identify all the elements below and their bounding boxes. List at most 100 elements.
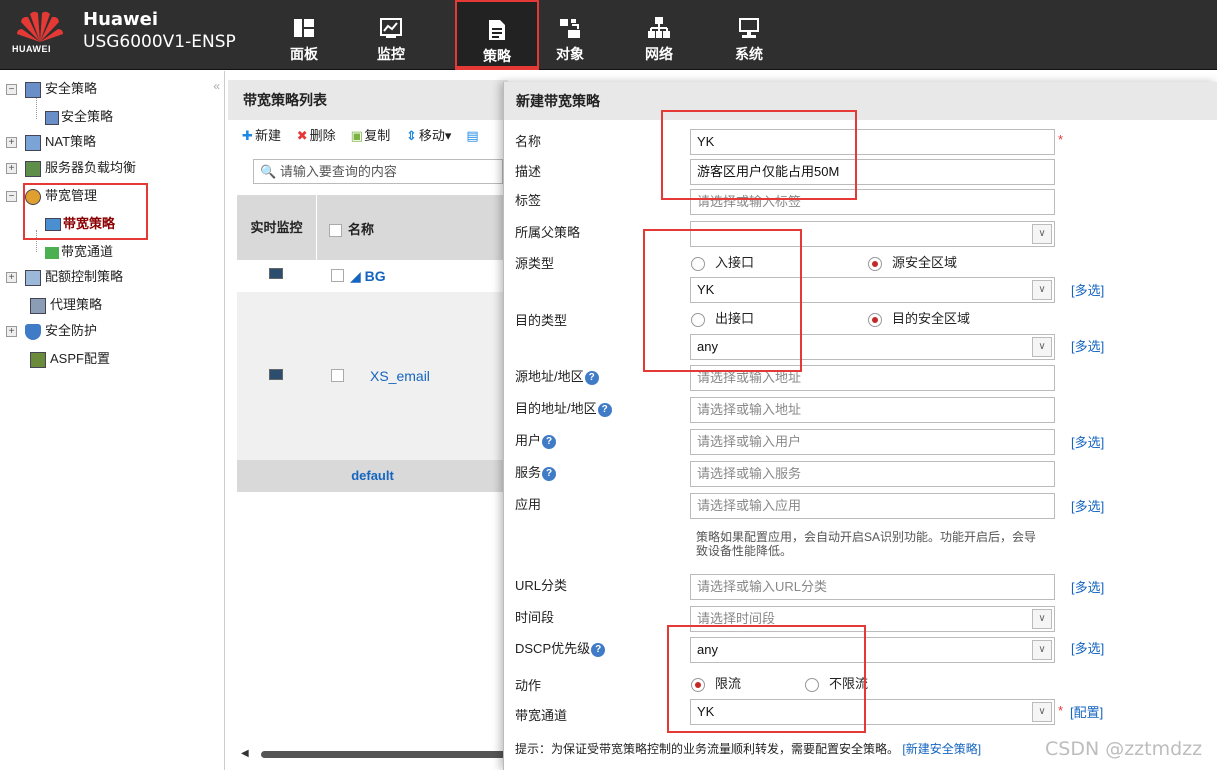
chevron-down-icon[interactable]: ∨ (1032, 224, 1052, 244)
device-model: USG6000V1-ENSP (83, 32, 236, 52)
radio-inbound-interface[interactable]: 入接口 (691, 252, 754, 271)
service-input[interactable]: 请选择或输入服务 (690, 461, 1055, 487)
tree-item-bandwidth-policy[interactable]: 带宽策略 (45, 213, 115, 235)
user-multi-select-link[interactable]: [多选] (1071, 432, 1104, 451)
policy-name[interactable]: XS_email (370, 368, 430, 384)
default-policy-row[interactable]: default (237, 460, 508, 492)
policy-document-icon (489, 20, 505, 40)
bandwidth-channel-select[interactable]: YK ∨ (690, 699, 1055, 725)
nav-tab-policy[interactable]: 策略 (455, 0, 539, 70)
description-input[interactable]: 游客区用户仅能占用50M (690, 159, 1055, 185)
horizontal-scrollbar[interactable]: ◀ (237, 748, 511, 760)
new-button[interactable]: ✚ 新建 (240, 125, 281, 147)
bandwidth-policy-list-panel: 带宽策略列表 ✚ 新建 ✖ 删除 ▣复制 ⇕ 移动▾ ▤ 🔍 请输入要查询的内容 实时… (228, 80, 511, 770)
expand-toggle-icon[interactable]: + (6, 326, 17, 338)
export-button[interactable]: ▤ (465, 125, 480, 147)
tree-item-quota-control-policy[interactable]: + 配额控制策略 (6, 266, 123, 288)
chevron-down-icon[interactable]: ∨ (1032, 640, 1052, 660)
time-range-select[interactable]: 请选择时间段 ∨ (690, 606, 1055, 632)
url-category-multi-select-link[interactable]: [多选] (1071, 577, 1104, 596)
help-icon[interactable]: ? (542, 466, 557, 481)
nav-tab-dashboard[interactable]: 面板 (267, 0, 341, 70)
dscp-multi-select-link[interactable]: [多选] (1071, 638, 1104, 657)
row-checkbox[interactable] (331, 269, 344, 282)
nav-label: 系统 (735, 46, 763, 62)
tree-item-security-policy-group[interactable]: − 安全策略 (6, 78, 97, 100)
label-source-address: 源地址/地区? (515, 366, 599, 385)
tree-item-aspf-config[interactable]: ASPF配置 (30, 348, 110, 370)
nav-tab-network[interactable]: 网络 (622, 0, 696, 70)
row-checkbox[interactable] (331, 369, 344, 382)
new-security-policy-link[interactable]: [新建安全策略] (902, 742, 981, 756)
security-policy-icon (25, 81, 41, 98)
policy-navigation-tree: « − 安全策略 安全策略 + NAT策略 + 服务器负载均衡 − 带宽管理 带宽策略 … (0, 71, 225, 770)
realtime-monitor-icon[interactable] (269, 369, 283, 380)
tree-item-bandwidth-channel[interactable]: 带宽通道 (45, 241, 113, 263)
tree-item-security-policy[interactable]: 安全策略 (45, 106, 113, 128)
bandwidth-policy-icon (45, 218, 61, 232)
copy-button[interactable]: ▣复制 (349, 125, 391, 147)
table-row[interactable]: ◢ BG (237, 260, 508, 292)
radio-outbound-interface[interactable]: 出接口 (691, 308, 754, 327)
nav-tab-system[interactable]: 系统 (712, 0, 786, 70)
policy-name[interactable]: ◢ BG (350, 268, 386, 285)
nav-tab-monitor[interactable]: 监控 (354, 0, 428, 70)
help-icon[interactable]: ? (591, 642, 606, 657)
source-zone-select[interactable]: YK ∨ (690, 277, 1055, 303)
collapse-toggle-icon[interactable]: − (6, 191, 17, 203)
radio-no-rate-limit[interactable]: 不限流 (805, 673, 868, 692)
column-header-monitor: 实时监控 (237, 195, 317, 260)
url-category-input[interactable]: 请选择或输入URL分类 (690, 574, 1055, 600)
name-input[interactable]: YK (690, 129, 1055, 155)
user-input[interactable]: 请选择或输入用户 (690, 429, 1055, 455)
list-search-input[interactable]: 🔍 请输入要查询的内容 (253, 159, 503, 184)
dscp-priority-select[interactable]: any ∨ (690, 637, 1055, 663)
move-button[interactable]: ⇕ 移动▾ (404, 125, 451, 147)
radio-rate-limit[interactable]: 限流 (691, 673, 741, 692)
tree-item-nat-policy[interactable]: + NAT策略 (6, 131, 96, 153)
source-zone-multi-select-link[interactable]: [多选] (1071, 280, 1104, 299)
chevron-down-icon[interactable]: ∨ (1032, 609, 1052, 629)
nat-icon (25, 134, 41, 151)
delete-button[interactable]: ✖ 删除 (295, 125, 336, 147)
tree-item-server-load-balance[interactable]: + 服务器负载均衡 (6, 157, 136, 179)
chevron-down-icon[interactable]: ∨ (1032, 337, 1052, 357)
help-icon[interactable]: ? (542, 434, 557, 449)
scroll-left-icon[interactable]: ◀ (241, 748, 249, 759)
expand-toggle-icon[interactable]: + (6, 163, 17, 175)
expand-toggle-icon[interactable]: + (6, 137, 17, 149)
label-user: 用户? (515, 430, 557, 449)
column-header-name: 名称 (329, 219, 374, 238)
chevron-down-icon[interactable]: ∨ (1032, 280, 1052, 300)
label-application: 应用 (515, 497, 542, 512)
configure-channel-link[interactable]: [配置] (1070, 702, 1103, 721)
application-multi-select-link[interactable]: [多选] (1071, 496, 1104, 515)
tag-input[interactable]: 请选择或输入标签 (690, 189, 1055, 215)
source-address-input[interactable]: 请选择或输入地址 (690, 365, 1055, 391)
new-bandwidth-policy-dialog: 新建带宽策略 名称 YK * 描述 游客区用户仅能占用50M 标签 请选择或输入… (503, 82, 1217, 770)
destination-zone-select[interactable]: any ∨ (690, 334, 1055, 360)
tree-item-proxy-policy[interactable]: 代理策略 (30, 294, 102, 316)
nav-tab-object[interactable]: 对象 (533, 0, 607, 70)
tree-connector (36, 230, 37, 252)
radio-source-zone[interactable]: 源安全区域 (868, 252, 957, 271)
chevron-down-icon[interactable]: ∨ (1032, 702, 1052, 722)
expand-toggle-icon[interactable]: + (6, 272, 17, 284)
help-icon[interactable]: ? (584, 370, 599, 385)
application-input[interactable]: 请选择或输入应用 (690, 493, 1055, 519)
parent-policy-select[interactable]: ∨ (690, 221, 1055, 247)
collapse-sidebar-icon[interactable]: « (213, 79, 220, 93)
destination-zone-multi-select-link[interactable]: [多选] (1071, 336, 1104, 355)
radio-destination-zone[interactable]: 目的安全区域 (868, 308, 970, 327)
proxy-policy-icon (30, 297, 46, 314)
help-icon[interactable]: ? (597, 402, 612, 417)
table-row[interactable]: XS_email (237, 292, 508, 460)
tree-item-bandwidth-management[interactable]: − 带宽管理 (6, 185, 97, 207)
scrollbar-thumb[interactable] (261, 751, 511, 758)
select-all-checkbox[interactable] (329, 224, 342, 238)
tree-item-security-protection[interactable]: + 安全防护 (6, 320, 97, 342)
collapse-toggle-icon[interactable]: − (6, 84, 17, 96)
label-destination-address: 目的地址/地区? (515, 398, 612, 417)
realtime-monitor-icon[interactable] (269, 268, 283, 279)
destination-address-input[interactable]: 请选择或输入地址 (690, 397, 1055, 423)
